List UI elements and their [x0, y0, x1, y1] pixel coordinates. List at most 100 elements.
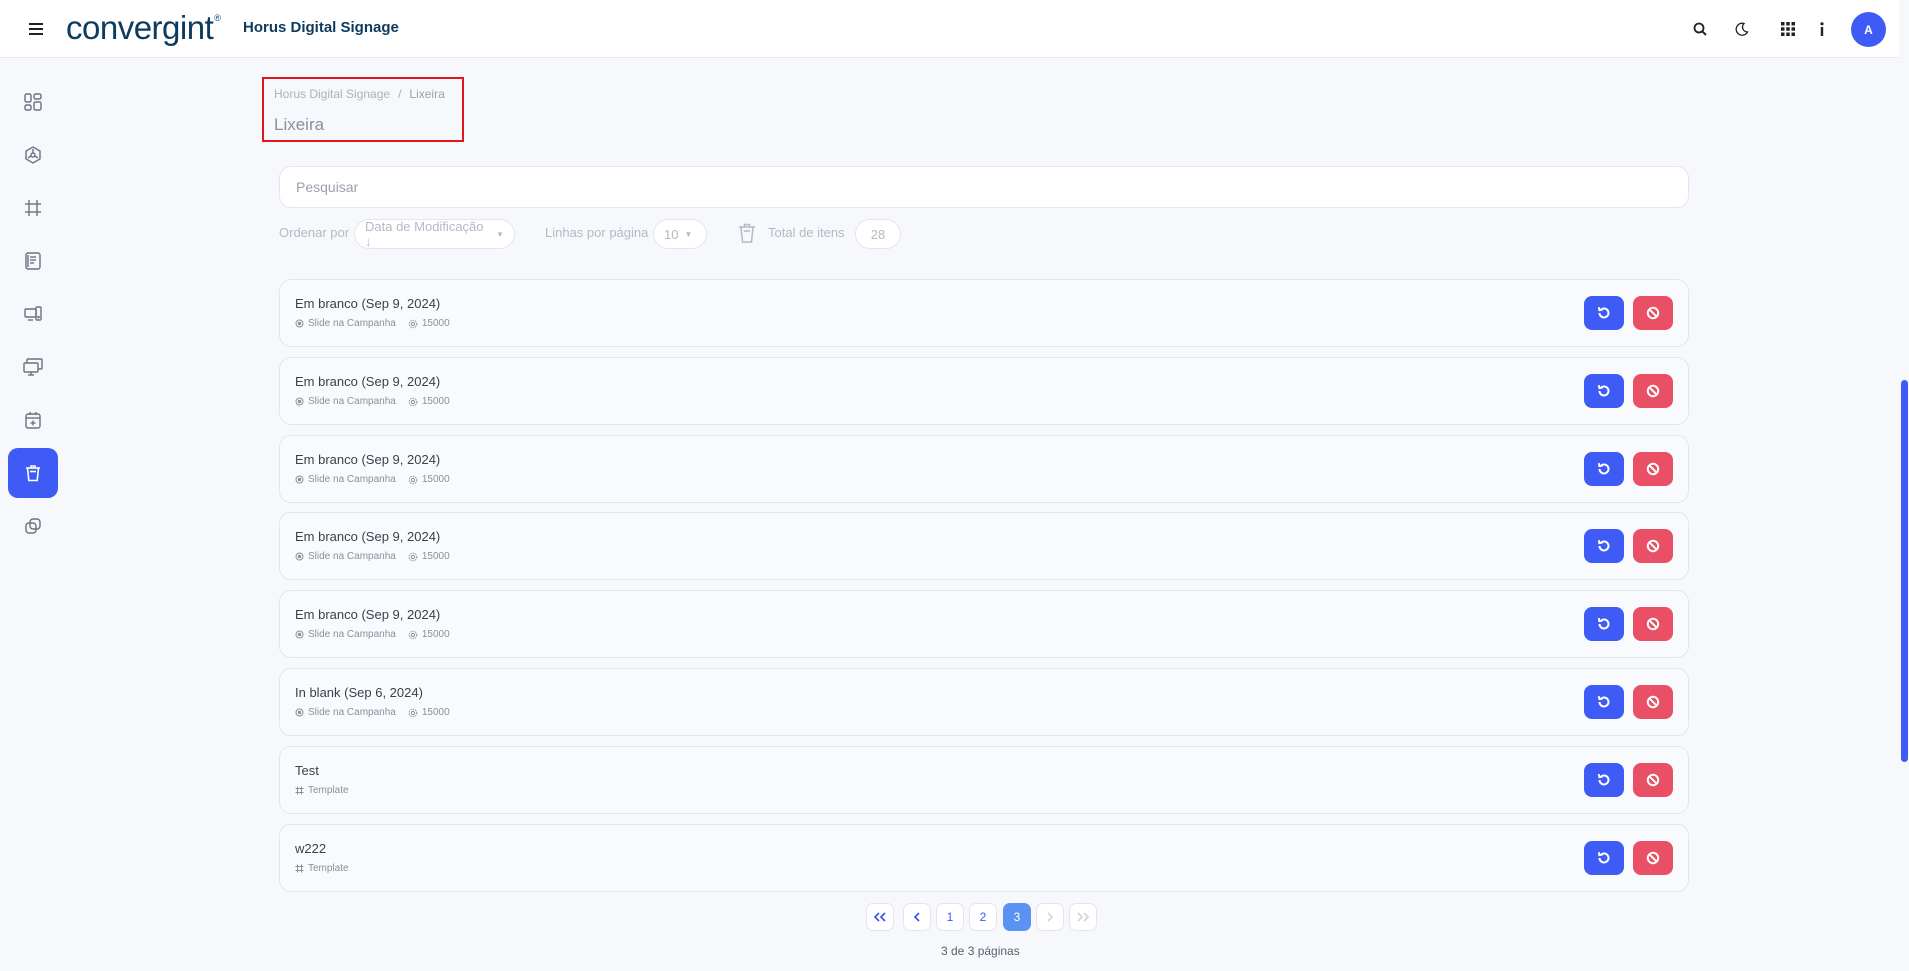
delete-permanently-button[interactable] [1633, 841, 1673, 875]
sidebar-item-duplicate[interactable] [8, 501, 58, 551]
next-page-button[interactable] [1036, 903, 1064, 931]
page-button-1[interactable]: 1 [936, 903, 964, 931]
list-item[interactable]: In blank (Sep 6, 2024) Slide na Campanha 1… [279, 668, 1689, 736]
slide-icon [295, 630, 304, 639]
order-label: Ordenar por [279, 225, 350, 240]
sidebar-item-devices[interactable] [8, 289, 58, 339]
list-item[interactable]: Test Template [279, 746, 1689, 814]
delete-permanently-button[interactable] [1633, 529, 1673, 563]
sidebar [0, 59, 66, 971]
rows-select[interactable]: 10 ▼ [653, 219, 707, 249]
calendar-plus-icon [25, 412, 41, 429]
item-name: Em branco (Sep 9, 2024) [295, 374, 441, 389]
restore-button[interactable] [1584, 529, 1624, 563]
last-page-button[interactable] [1069, 903, 1097, 931]
ban-icon [1646, 851, 1660, 865]
sidebar-item-dashboard[interactable] [8, 77, 58, 127]
sidebar-item-campaigns[interactable] [8, 130, 58, 180]
moon-icon[interactable] [1732, 19, 1752, 39]
restore-button[interactable] [1584, 452, 1624, 486]
delete-permanently-button[interactable] [1633, 296, 1673, 330]
order-select[interactable]: Data de Modificação ↓ ▼ [354, 219, 515, 249]
total-label: Total de itens [768, 225, 845, 240]
item-name: w222 [295, 841, 327, 856]
breadcrumb-current: Lixeira [409, 87, 445, 101]
item-duration: 15000 [421, 707, 450, 718]
page-button-3[interactable]: 3 [1003, 903, 1031, 931]
list-item[interactable]: Em branco (Sep 9, 2024) Slide na Campanha… [279, 590, 1689, 658]
breadcrumb-root[interactable]: Horus Digital Signage [274, 87, 390, 101]
item-type: Slide na Campanha [308, 551, 396, 562]
item-duration: 15000 [421, 474, 450, 485]
list-item[interactable]: Em branco (Sep 9, 2024) Slide na Campanha… [279, 357, 1689, 425]
copy-icon [25, 518, 41, 534]
restore-button[interactable] [1584, 374, 1624, 408]
first-page-button[interactable] [866, 903, 894, 931]
list-item[interactable]: w222 Template [279, 824, 1689, 892]
rows-label: Linhas por página [545, 225, 649, 240]
menu-icon[interactable] [26, 19, 46, 39]
list-item[interactable]: Em branco (Sep 9, 2024) Slide na Campanha… [279, 512, 1689, 580]
item-name: Test [295, 763, 319, 778]
restore-button[interactable] [1584, 685, 1624, 719]
slide-icon [295, 319, 304, 328]
delete-permanently-button[interactable] [1633, 452, 1673, 486]
convergint-logo[interactable]: convergint ® [66, 8, 221, 48]
item-type: Template [308, 785, 349, 796]
info-icon[interactable] [1812, 19, 1832, 39]
screens-icon [23, 358, 43, 376]
chevron-left-icon [914, 912, 920, 922]
restore-icon [1597, 540, 1610, 552]
restore-icon [1597, 852, 1610, 864]
pagination-info: 3 de 3 páginas [941, 944, 1020, 958]
page-button-2[interactable]: 2 [969, 903, 997, 931]
rows-value: 10 [664, 226, 679, 242]
item-type: Template [308, 863, 349, 874]
restore-button[interactable] [1584, 296, 1624, 330]
restore-icon [1597, 618, 1610, 630]
frame-icon [25, 200, 41, 216]
sidebar-item-trash[interactable] [8, 448, 58, 498]
item-meta: Template [295, 863, 357, 874]
order-value: Data de Modificação ↓ [365, 219, 484, 249]
sidebar-item-content[interactable] [8, 236, 58, 286]
chevron-right-icon [1047, 912, 1053, 922]
item-meta: Slide na Campanha 15000 [295, 551, 458, 562]
frame-icon [295, 786, 304, 795]
caret-down-icon: ▼ [684, 229, 693, 239]
restore-icon [1597, 307, 1610, 319]
restore-button[interactable] [1584, 607, 1624, 641]
item-name: In blank (Sep 6, 2024) [295, 685, 423, 700]
delete-permanently-button[interactable] [1633, 607, 1673, 641]
scrollbar-thumb[interactable] [1901, 380, 1908, 762]
slide-icon [295, 397, 304, 406]
ban-icon [1646, 306, 1660, 320]
sidebar-item-frames[interactable] [8, 183, 58, 233]
gear-icon [408, 475, 418, 484]
restore-icon [1597, 463, 1610, 475]
item-meta: Slide na Campanha 15000 [295, 474, 458, 485]
dashboard-icon [24, 93, 42, 111]
item-duration: 15000 [421, 318, 450, 329]
prev-page-button[interactable] [903, 903, 931, 931]
sidebar-item-schedule[interactable] [8, 395, 58, 445]
search-icon[interactable] [1690, 19, 1710, 39]
item-duration: 15000 [421, 629, 450, 640]
list-item[interactable]: Em branco (Sep 9, 2024) Slide na Campanha… [279, 435, 1689, 503]
gear-icon [408, 397, 418, 406]
restore-button[interactable] [1584, 763, 1624, 797]
apps-grid-icon[interactable] [1778, 19, 1798, 39]
delete-permanently-button[interactable] [1633, 374, 1673, 408]
delete-permanently-button[interactable] [1633, 763, 1673, 797]
gear-icon [408, 319, 418, 328]
user-avatar[interactable]: A [1851, 12, 1886, 47]
delete-permanently-button[interactable] [1633, 685, 1673, 719]
restore-button[interactable] [1584, 841, 1624, 875]
search-input[interactable] [279, 166, 1689, 208]
slide-icon [295, 475, 304, 484]
frame-icon [295, 864, 304, 873]
list-item[interactable]: Em branco (Sep 9, 2024) Slide na Campanha… [279, 279, 1689, 347]
sidebar-item-screens[interactable] [8, 342, 58, 392]
item-meta: Slide na Campanha 15000 [295, 396, 458, 407]
slide-icon [295, 552, 304, 561]
